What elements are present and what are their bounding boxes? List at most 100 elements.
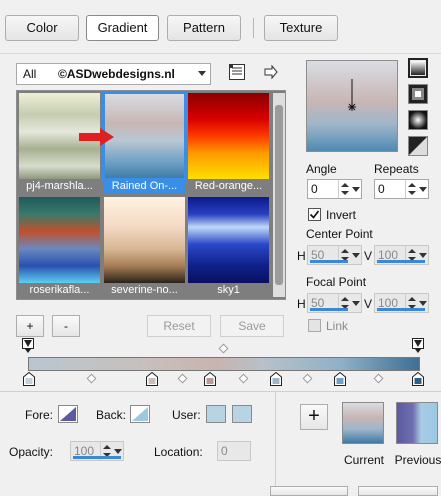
color-stop-marker[interactable] [334, 371, 346, 386]
color-stop-marker[interactable] [412, 371, 424, 386]
focal-v-level [377, 308, 425, 311]
focal-h-input[interactable]: 50 [307, 293, 362, 313]
center-v-label: V [364, 249, 373, 263]
color-stop-marker[interactable] [270, 371, 282, 386]
gradient-swatch [19, 197, 100, 283]
library-list-icon[interactable] [228, 63, 246, 81]
thumbnail-item[interactable]: sky1 [188, 197, 269, 297]
ok-button[interactable] [270, 486, 348, 496]
thumbnail-label: pj4-marshla... [26, 180, 93, 192]
thumbnail-item[interactable]: Red-orange... [188, 93, 269, 193]
link-label: Link [326, 319, 349, 333]
chevron-down-icon[interactable] [114, 449, 122, 454]
focal-h-level [310, 308, 348, 311]
library-filter: All [23, 67, 37, 81]
repeats-label: Repeats [374, 162, 419, 176]
gradient-thumbnail-panel: pj4-marshla... Rained On-... Red-orange.… [16, 90, 286, 300]
rectangular-style-icon[interactable] [408, 84, 428, 104]
focal-v-input[interactable]: 100 [374, 293, 429, 313]
fore-label: Fore: [25, 408, 54, 422]
location-value: 0 [221, 444, 228, 458]
color-midpoint-marker[interactable] [86, 373, 97, 384]
chevron-down-icon[interactable] [352, 253, 360, 258]
focal-h-label: H [297, 297, 306, 311]
center-v-level [377, 260, 425, 263]
center-h-input[interactable]: 50 [307, 245, 362, 265]
linear-style-icon[interactable] [408, 58, 428, 78]
center-v-input[interactable]: 100 [374, 245, 429, 265]
current-label: Current [343, 453, 384, 467]
link-checkbox[interactable] [308, 319, 321, 332]
tab-separator [253, 18, 254, 38]
focal-v-label: V [364, 297, 373, 311]
thumbnail-label: sky1 [217, 284, 240, 296]
gradient-swatch [188, 197, 269, 283]
location-label: Location: [154, 445, 203, 459]
cancel-button[interactable] [358, 486, 438, 496]
save-button[interactable]: Save [220, 315, 284, 337]
current-previous-panel: + Current Previous [275, 392, 441, 492]
color-stop-marker[interactable] [146, 371, 158, 386]
add-to-library-button[interactable]: + [300, 404, 328, 430]
thumbnail-label: roserikafla... [29, 284, 90, 296]
chevron-down-icon[interactable] [352, 187, 360, 192]
opacity-stop-marker[interactable] [22, 338, 34, 353]
radial-style-icon[interactable] [408, 110, 428, 130]
chevron-down-icon[interactable] [419, 253, 427, 258]
tab-gradient[interactable]: Gradient [86, 15, 159, 41]
add-gradient-button[interactable]: + [16, 315, 44, 337]
fore-color-swatch[interactable] [58, 405, 78, 423]
color-midpoint-marker[interactable] [238, 373, 249, 384]
location-input[interactable]: 0 [217, 441, 251, 461]
previous-label: Previous [394, 453, 441, 467]
color-midpoint-marker[interactable] [302, 373, 313, 384]
chevron-down-icon[interactable] [419, 301, 427, 306]
user-color-swatch[interactable] [206, 405, 226, 423]
gradient-editor-bar[interactable] [28, 357, 420, 371]
repeats-input[interactable]: 0 [374, 179, 429, 199]
gradient-swatch [188, 93, 269, 179]
repeats-stepper[interactable] [405, 180, 417, 198]
chevron-down-icon [198, 71, 206, 76]
tab-pattern[interactable]: Pattern [167, 15, 241, 41]
chevron-down-icon[interactable] [352, 301, 360, 306]
thumbnail-item[interactable]: severine-no... [104, 197, 185, 297]
back-label: Back: [96, 408, 127, 422]
previous-gradient-swatch[interactable] [396, 402, 438, 444]
thumbnail-label: Red-orange... [194, 180, 263, 192]
library-name: ©ASDwebdesigns.nl [58, 67, 175, 81]
thumbnail-item[interactable]: Rained On-... [102, 91, 187, 193]
library-dropdown[interactable]: All ©ASDwebdesigns.nl [16, 63, 211, 85]
thumbnail-label: severine-no... [111, 284, 178, 296]
opacity-input[interactable]: 100 [70, 441, 124, 461]
gradient-preview[interactable] [306, 60, 398, 152]
user-color-swatch-2[interactable] [232, 405, 252, 423]
angle-input[interactable]: 0 [307, 179, 362, 199]
thumbnail-scrollbar[interactable] [273, 93, 285, 297]
focal-point-label: Focal Point [306, 275, 367, 289]
top-tab-bar: Color Gradient Pattern Texture [0, 0, 441, 54]
angle-stepper[interactable] [338, 180, 350, 198]
tab-texture[interactable]: Texture [264, 15, 338, 41]
current-gradient-swatch[interactable] [342, 402, 384, 444]
chevron-down-icon[interactable] [419, 187, 427, 192]
thumbnail-item[interactable]: roserikafla... [19, 197, 100, 297]
remove-gradient-button[interactable]: - [52, 315, 80, 337]
back-color-swatch[interactable] [130, 405, 150, 423]
user-label: User: [172, 408, 201, 422]
scrollbar-thumb[interactable] [275, 105, 283, 285]
thumbnail-label: Rained On-... [104, 179, 185, 193]
opacity-midpoint-marker[interactable] [218, 343, 229, 354]
color-midpoint-marker[interactable] [373, 373, 384, 384]
opacity-level [73, 456, 121, 459]
invert-checkbox[interactable] [308, 208, 321, 221]
opacity-stop-marker[interactable] [412, 338, 424, 353]
arrow-right-icon[interactable] [262, 63, 280, 81]
color-stop-marker[interactable] [204, 371, 216, 386]
center-point-label: Center Point [306, 227, 373, 241]
color-midpoint-marker[interactable] [177, 373, 188, 384]
tab-color[interactable]: Color [5, 15, 79, 41]
color-stop-marker[interactable] [23, 371, 35, 386]
sunburst-style-icon[interactable] [408, 136, 428, 156]
reset-button[interactable]: Reset [147, 315, 211, 337]
